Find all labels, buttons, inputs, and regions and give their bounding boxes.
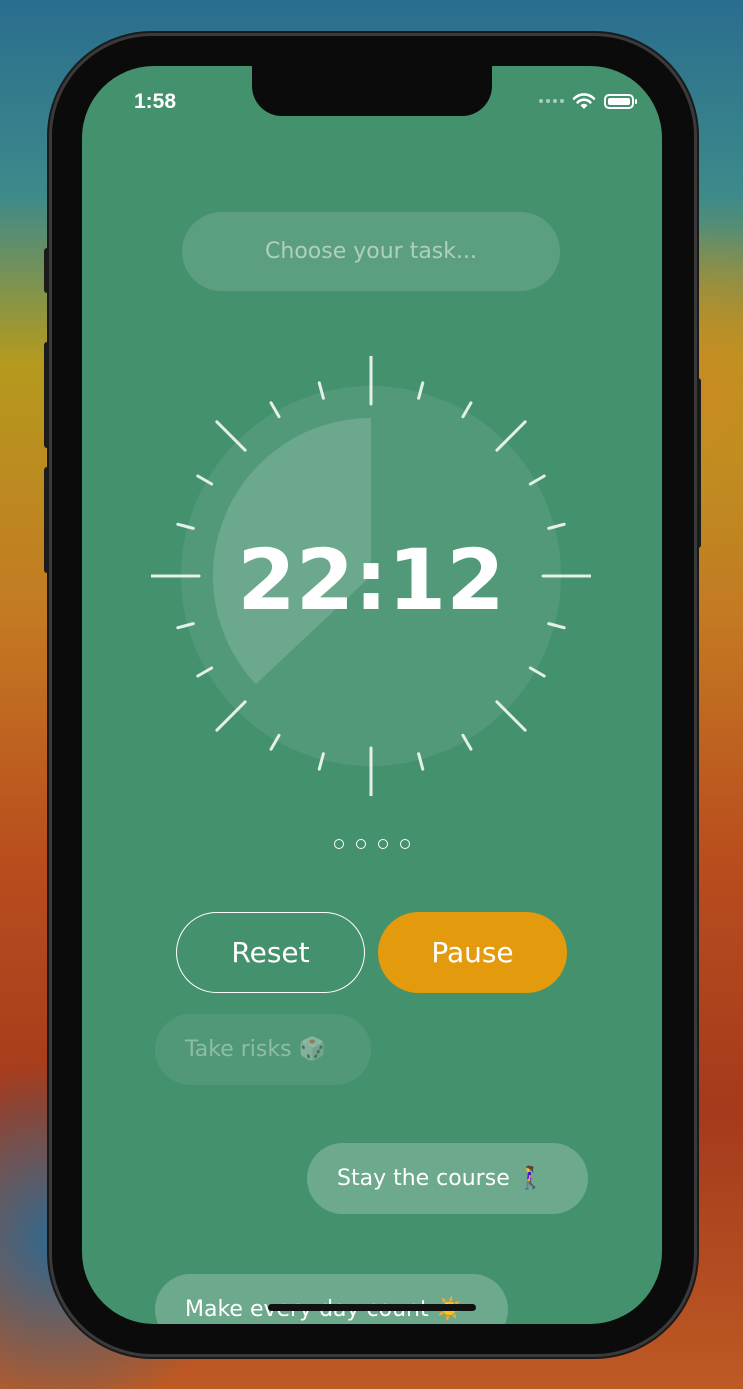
page-dot[interactable]	[400, 839, 410, 849]
task-input[interactable]	[182, 212, 560, 291]
reset-button[interactable]: Reset	[176, 912, 365, 993]
dial-tick	[495, 420, 527, 452]
quote-bubble: Stay the course 🚶‍♀️	[307, 1143, 588, 1214]
app-screen: 1:58 22:12 Reset Pause Take risks 🎲 Stay…	[82, 66, 662, 1324]
cellular-signal-icon	[539, 99, 564, 103]
quote-bubble: Make every day count ☀️	[155, 1274, 508, 1324]
page-dot[interactable]	[334, 839, 344, 849]
wifi-icon	[572, 93, 596, 109]
notch	[252, 66, 492, 116]
dial-tick	[495, 700, 527, 732]
page-indicator	[82, 839, 662, 849]
dial-tick	[215, 420, 247, 452]
page-dot[interactable]	[378, 839, 388, 849]
page-dot[interactable]	[356, 839, 366, 849]
status-time: 1:58	[134, 90, 177, 113]
home-indicator[interactable]	[268, 1304, 476, 1311]
status-icons	[539, 92, 637, 110]
timer-display: 22:12	[237, 531, 505, 629]
quote-bubble: Take risks 🎲	[155, 1014, 371, 1085]
pause-button[interactable]: Pause	[378, 912, 567, 993]
dial-tick	[215, 700, 247, 732]
battery-icon	[604, 93, 637, 109]
